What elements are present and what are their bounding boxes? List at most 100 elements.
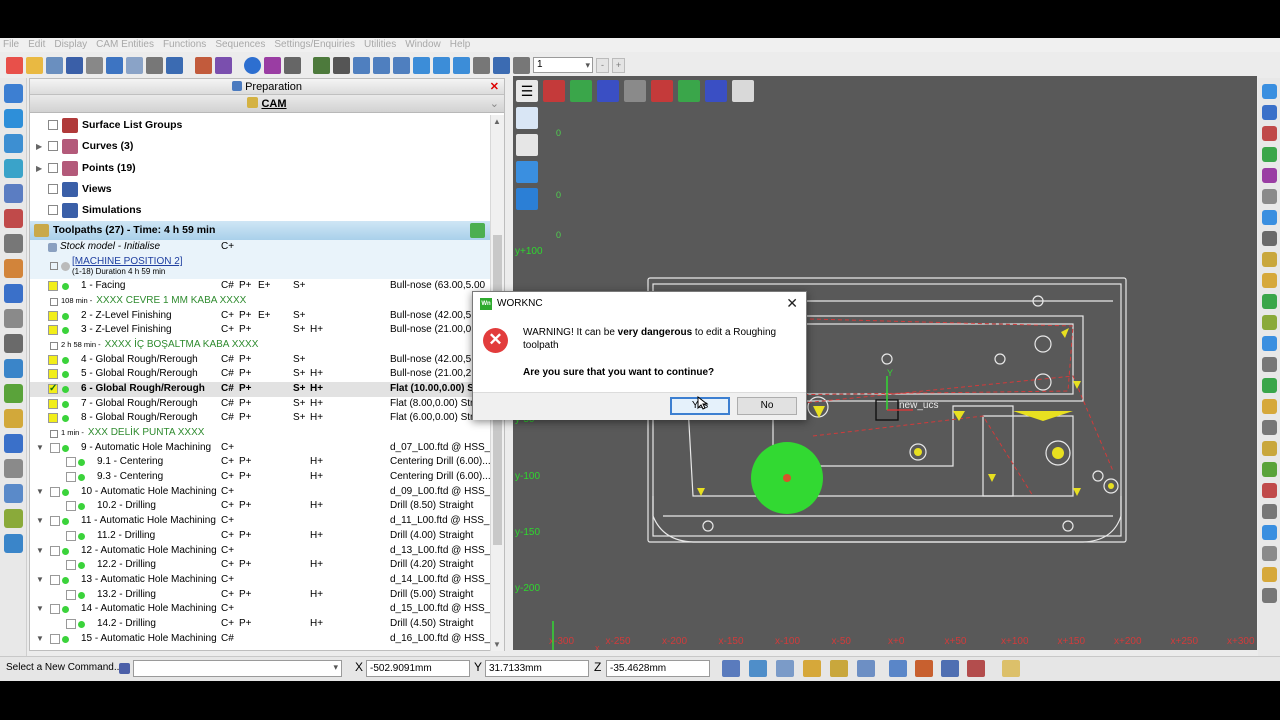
scroll-up-icon[interactable]: ▲ — [493, 117, 501, 126]
left-tool-icon[interactable] — [4, 309, 23, 328]
menu-item[interactable]: Utilities — [364, 38, 396, 52]
left-tool-icon[interactable] — [4, 234, 23, 253]
no-button[interactable]: No — [737, 397, 797, 415]
menu-item[interactable]: Help — [450, 38, 471, 52]
close-panel-icon[interactable]: ✕ — [490, 79, 499, 95]
left-tool-icon[interactable] — [4, 209, 23, 228]
toolpath-row[interactable]: 7 - Global Rough/Rerough C# P+ S+ H+ Flat (8.… — [30, 397, 491, 412]
right-tool-icon[interactable] — [1262, 504, 1277, 519]
toolpath-row[interactable]: 8 - Global Rough/Rerough C# P+ S+ H+ Flat (6.… — [30, 411, 491, 426]
new-icon[interactable] — [6, 56, 23, 74]
tree-group[interactable]: ▶ Curves (3) — [30, 136, 491, 157]
expand-icon[interactable]: ▶ — [36, 158, 42, 179]
right-tool-icon[interactable] — [1262, 168, 1277, 183]
open-icon[interactable] — [26, 56, 43, 74]
menu-item[interactable]: Settings/Enquiries — [274, 38, 355, 52]
tools-icon[interactable] — [967, 660, 985, 677]
right-tool-icon[interactable] — [1262, 273, 1277, 288]
stock-model-row[interactable]: Stock model - Initialise C+ — [30, 240, 491, 256]
right-tool-icon[interactable] — [1262, 483, 1277, 498]
collapse-icon[interactable] — [50, 341, 58, 350]
right-tool-icon[interactable] — [1262, 231, 1277, 246]
toolpath-row[interactable]: ▼ 13 - Automatic Hole Machining C+ d_14_L00… — [30, 573, 491, 588]
redo-icon[interactable] — [126, 56, 143, 74]
left-tool-icon[interactable] — [4, 484, 23, 503]
expand-icon[interactable]: ▼ — [36, 573, 44, 588]
toolpath-checkbox[interactable] — [48, 354, 58, 365]
toolpath-checkbox[interactable]: ✓ — [48, 383, 58, 394]
toolpath-checkbox[interactable] — [50, 545, 60, 556]
zoom-fit-icon[interactable] — [353, 56, 370, 74]
object-snap-icon[interactable] — [830, 660, 848, 677]
toolpath-row[interactable]: 13.2 - Drilling C+ P+ H+ Drill (5.00) Straig… — [30, 588, 491, 603]
section-row[interactable]: 1 min - XXX DELİK PUNTA XXXX — [30, 426, 491, 441]
group-checkbox[interactable] — [48, 120, 58, 130]
toolpath-row[interactable]: 12.2 - Drilling C+ P+ H+ Drill (4.20) Straig… — [30, 558, 491, 573]
expand-icon[interactable]: ▼ — [36, 602, 44, 617]
rotate-icon[interactable] — [413, 56, 430, 74]
menu-item[interactable]: File — [3, 38, 19, 52]
layer-minus-button[interactable]: - — [596, 57, 609, 73]
toolpath-row[interactable]: 5 - Global Rough/Rerough C# P+ S+ H+ Bull-nos… — [30, 367, 491, 382]
menu-item[interactable]: Functions — [163, 38, 206, 52]
left-tool-icon[interactable] — [4, 434, 23, 453]
right-tool-icon[interactable] — [1262, 252, 1277, 267]
group-checkbox[interactable] — [48, 141, 58, 152]
toolpath-row[interactable]: ▼ 14 - Automatic Hole Machining C+ d_15_L00… — [30, 602, 491, 617]
right-tool-icon[interactable] — [1262, 567, 1277, 582]
left-tool-icon[interactable] — [4, 534, 23, 553]
save-icon[interactable] — [66, 56, 83, 74]
expand-icon[interactable]: ▼ — [36, 441, 44, 456]
status-tool-icon[interactable] — [1002, 660, 1020, 677]
toolpath-checkbox[interactable] — [66, 560, 76, 571]
toolpath-checkbox[interactable] — [48, 310, 58, 321]
render-icon[interactable] — [284, 56, 301, 74]
collapse-icon[interactable] — [50, 297, 58, 306]
pan-icon[interactable] — [393, 56, 410, 74]
toolpath-checkbox[interactable] — [66, 501, 76, 512]
command-combo[interactable] — [133, 660, 342, 677]
right-tool-icon[interactable] — [1262, 189, 1277, 204]
group-checkbox[interactable] — [48, 183, 58, 194]
print-icon[interactable] — [86, 56, 103, 74]
left-tool-icon[interactable] — [4, 259, 23, 278]
toolpath-checkbox[interactable] — [66, 618, 76, 629]
undo-icon[interactable] — [106, 56, 123, 74]
right-tool-icon[interactable] — [1262, 126, 1277, 141]
x-coord-field[interactable]: -502.9091mm — [366, 660, 470, 677]
toolpaths-header[interactable]: Toolpaths (27) - Time: 4 h 59 min — [30, 221, 491, 241]
expand-icon[interactable]: ▼ — [36, 544, 44, 559]
toolpath-checkbox[interactable] — [50, 516, 60, 527]
toolpath-checkbox[interactable] — [48, 413, 58, 424]
toolpath-checkbox[interactable] — [50, 604, 60, 615]
toolpath-row[interactable]: 3 - Z-Level Finishing C+ P+ S+ H+ Bull-nose (… — [30, 323, 491, 338]
shade-icon[interactable] — [264, 56, 281, 74]
left-tool-icon[interactable] — [4, 84, 23, 103]
toolpath-row[interactable]: 9.3 - Centering C+ P+ H+ Centering Drill (6.… — [30, 470, 491, 485]
menu-item[interactable]: Display — [54, 38, 87, 52]
right-tool-icon[interactable] — [1262, 546, 1277, 561]
toolpath-row[interactable]: 9.1 - Centering C+ P+ H+ Centering Drill (6.… — [30, 455, 491, 470]
right-tool-icon[interactable] — [1262, 399, 1277, 414]
right-tool-icon[interactable] — [1262, 294, 1277, 309]
menu-item[interactable]: Sequences — [215, 38, 265, 52]
dialog-close-icon[interactable]: ✕ — [786, 295, 798, 312]
toolpath-checkbox[interactable] — [50, 574, 60, 585]
toolpath-row[interactable]: 2 - Z-Level Finishing C+ P+ E+ S+ Bull-nose (… — [30, 309, 491, 324]
left-tool-icon[interactable] — [4, 459, 23, 478]
toolpath-checkbox[interactable] — [48, 281, 58, 292]
help-cursor-icon[interactable] — [857, 660, 875, 677]
right-tool-icon[interactable] — [1262, 357, 1277, 372]
toolpath-checkbox[interactable] — [48, 398, 58, 409]
layer-plus-button[interactable]: + — [612, 57, 625, 73]
zoom-icon[interactable] — [373, 56, 390, 74]
tree-group[interactable]: ▶ Points (19) — [30, 158, 491, 179]
right-tool-icon[interactable] — [1262, 105, 1277, 120]
toolpath-row[interactable]: ▼ 10 - Automatic Hole Machining C+ d_09_L00… — [30, 485, 491, 500]
group-checkbox[interactable] — [48, 162, 58, 173]
right-tool-icon[interactable] — [1262, 147, 1277, 162]
collapse-icon[interactable] — [50, 430, 58, 439]
preparation-tab[interactable]: Preparation ✕ — [30, 79, 504, 95]
left-tool-icon[interactable] — [4, 109, 23, 128]
toolpath-checkbox[interactable] — [50, 486, 60, 497]
